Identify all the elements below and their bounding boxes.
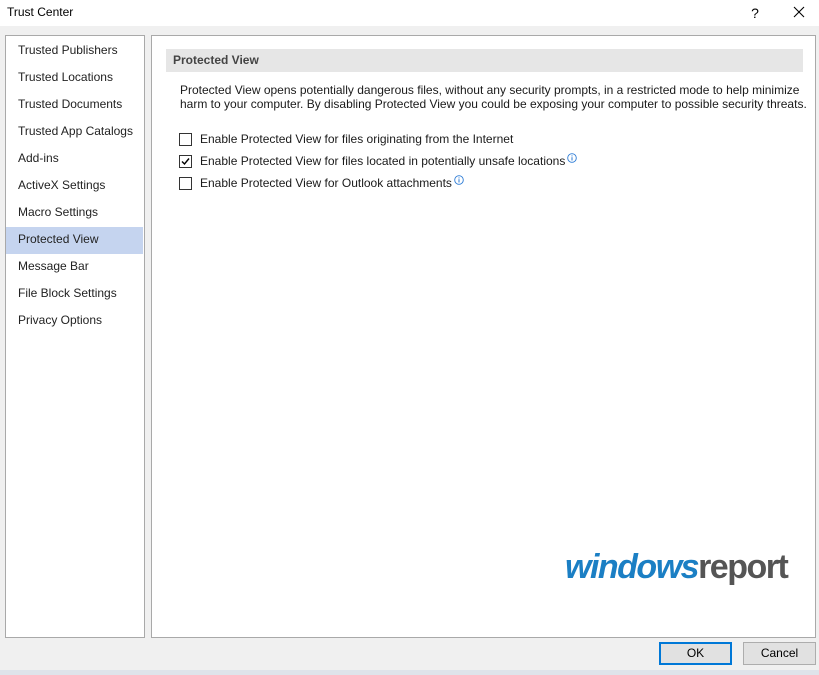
section-description: Protected View opens potentially dangero… — [180, 83, 807, 111]
section-title: Protected View — [166, 49, 803, 72]
help-icon: ? — [751, 5, 759, 21]
sidebar-item-message-bar[interactable]: Message Bar — [6, 254, 144, 281]
windowsreport-watermark-logo: windowsreport — [565, 545, 805, 589]
settings-panel: Protected View Protected View opens pote… — [151, 35, 816, 638]
option-label: Enable Protected View for files originat… — [200, 132, 514, 146]
info-icon[interactable] — [567, 153, 578, 163]
cancel-button[interactable]: Cancel — [743, 642, 816, 665]
close-button[interactable] — [786, 2, 812, 24]
option-outlook-attachments[interactable]: Enable Protected View for Outlook attach… — [179, 175, 464, 191]
internet-files-checkbox[interactable] — [179, 132, 192, 146]
category-sidebar: Trusted Publishers Trusted Locations Tru… — [5, 35, 145, 638]
option-label: Enable Protected View for files located … — [200, 154, 566, 168]
outlook-attachments-checkbox[interactable] — [179, 176, 192, 190]
bottom-edge — [0, 670, 819, 675]
watermark-part-report: report — [698, 548, 789, 586]
trust-center-dialog: Trust Center ? Trusted Publishers Truste… — [0, 0, 819, 675]
close-icon — [793, 6, 805, 18]
info-icon[interactable] — [454, 175, 464, 185]
sidebar-item-privacy-options[interactable]: Privacy Options — [6, 308, 144, 335]
sidebar-item-file-block-settings[interactable]: File Block Settings — [6, 281, 144, 308]
sidebar-item-trusted-documents[interactable]: Trusted Documents — [6, 92, 144, 119]
unsafe-locations-checkbox[interactable] — [179, 154, 192, 168]
window-title: Trust Center — [7, 5, 74, 19]
sidebar-item-trusted-app-catalogs[interactable]: Trusted App Catalogs — [6, 119, 144, 146]
sidebar-item-trusted-locations[interactable]: Trusted Locations — [6, 65, 144, 92]
watermark-part-windows: windows — [565, 548, 700, 586]
sidebar-item-protected-view[interactable]: Protected View — [6, 227, 143, 254]
sidebar-item-macro-settings[interactable]: Macro Settings — [6, 200, 144, 227]
checkmark-icon — [181, 157, 190, 165]
sidebar-item-add-ins[interactable]: Add-ins — [6, 146, 144, 173]
title-bar: Trust Center ? — [0, 0, 819, 26]
help-button[interactable]: ? — [742, 2, 768, 24]
option-label: Enable Protected View for Outlook attach… — [200, 176, 452, 190]
sidebar-item-activex-settings[interactable]: ActiveX Settings — [6, 173, 144, 200]
option-internet-files[interactable]: Enable Protected View for files originat… — [179, 131, 513, 147]
option-unsafe-locations[interactable]: Enable Protected View for files located … — [179, 153, 578, 169]
sidebar-item-trusted-publishers[interactable]: Trusted Publishers — [6, 38, 144, 65]
ok-button[interactable]: OK — [659, 642, 732, 665]
